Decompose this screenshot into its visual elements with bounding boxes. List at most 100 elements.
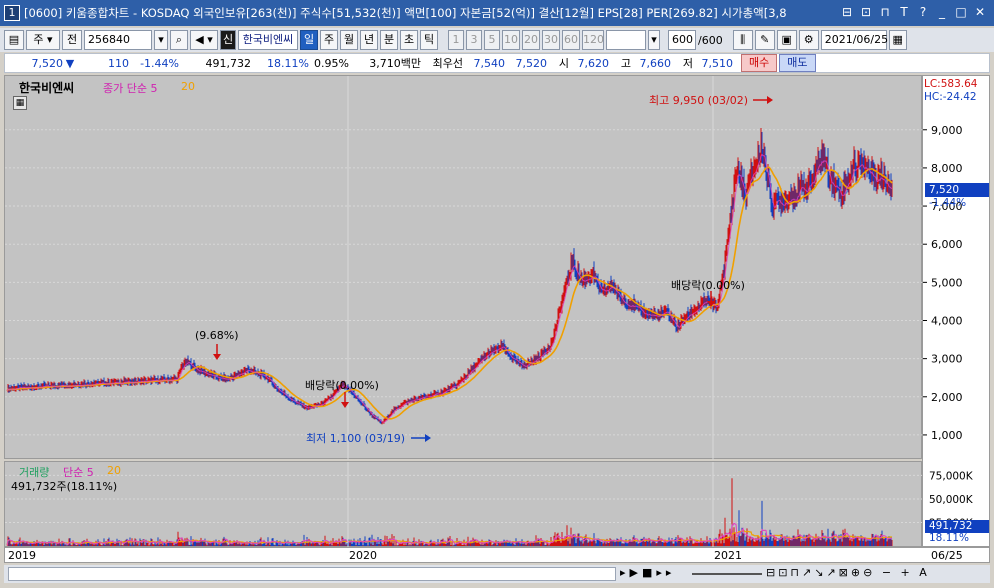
period-minute-button[interactable]: 분 bbox=[380, 30, 398, 50]
window-title: [0600] 키움종합차트 - KOSDAQ 외국인보유[263(천)] 주식수… bbox=[24, 6, 787, 20]
y-tick-label: 1,000 bbox=[931, 429, 963, 442]
quote-row: 7,520 ▼ 110 -1.44% 491,732 18.11% 0.95% … bbox=[4, 53, 990, 73]
bid-price: 7,520 bbox=[515, 56, 548, 70]
y-tick-label: 6,000 bbox=[931, 238, 963, 251]
count-input[interactable]: 600 bbox=[668, 30, 696, 50]
sound-icon[interactable]: ◀ ▾ bbox=[190, 30, 218, 50]
stock-name: 한국비엔씨 bbox=[238, 30, 298, 50]
bottom-scroll-bar: ▸▶■▸▸ ⊟⊡⊓↗↘↗⊠⊕⊖ − + A bbox=[4, 565, 990, 583]
y-tick-label: 8,000 bbox=[931, 162, 963, 175]
dividend-annotation-1: (9.68%) bbox=[195, 329, 239, 342]
ma5-legend: 종가 단순 5 bbox=[103, 82, 158, 95]
close-button[interactable]: ✕ bbox=[972, 4, 988, 20]
period-month-button[interactable]: 월 bbox=[340, 30, 358, 50]
interval-1-button[interactable]: 1 bbox=[448, 30, 464, 50]
search-icon[interactable]: ⌕ bbox=[170, 30, 188, 50]
ma20-legend: 20 bbox=[181, 80, 195, 93]
current-volume-pct-tag: 18.11% bbox=[929, 532, 970, 544]
zoom-slider[interactable] bbox=[692, 573, 762, 575]
interval-120-button[interactable]: 120 bbox=[582, 30, 604, 50]
draw-tool-icon[interactable]: ✎ bbox=[754, 30, 775, 50]
price-chart-svg bbox=[5, 76, 923, 460]
right-price-axis: 1,000 2,000 3,000 4,000 5,000 6,000 7,000 8,000… bbox=[922, 75, 990, 547]
stock-code-input[interactable]: 256840 bbox=[84, 30, 152, 50]
playback-controls[interactable]: ▸▶■▸▸ bbox=[620, 566, 675, 579]
candle-type-icon[interactable]: ⫼ bbox=[732, 30, 753, 50]
date-axis: 2019 2020 2021 06/25 bbox=[4, 547, 990, 563]
axis-svg: 1,0002,0003,0004,0005,0006,0007,0008,000… bbox=[923, 124, 974, 529]
open-price: 7,620 bbox=[577, 56, 610, 70]
x-label-2020: 2020 bbox=[349, 549, 377, 562]
scope-button[interactable]: 전 bbox=[62, 30, 82, 50]
y-tick-label: 2,000 bbox=[931, 391, 963, 404]
chart-tools-icons[interactable]: ⊟⊡⊓↗↘↗⊠⊕⊖ − + A bbox=[766, 566, 930, 579]
calendar-icon[interactable]: ▦ bbox=[888, 30, 907, 50]
interval-60-button[interactable]: 60 bbox=[562, 30, 580, 50]
custom-interval-input[interactable] bbox=[606, 30, 646, 50]
dividend-annotation-3: 배당락(0.00%) bbox=[671, 279, 745, 292]
save-icon[interactable]: ▣ bbox=[776, 30, 797, 50]
stock-code-value: 256840 bbox=[88, 33, 130, 46]
price-change: 110 bbox=[108, 56, 129, 70]
market-select[interactable]: 주 ▾ bbox=[26, 30, 60, 50]
y-tick-label: 3,000 bbox=[931, 353, 963, 366]
current-pct-tag: -1.44% bbox=[929, 197, 967, 209]
period-tick-button[interactable]: 틱 bbox=[420, 30, 438, 50]
interval-dropdown-icon[interactable]: ▾ bbox=[648, 30, 660, 50]
pin-icon[interactable]: ⊓ bbox=[877, 4, 893, 20]
volume-chart-svg bbox=[5, 462, 923, 548]
text-icon[interactable]: T bbox=[896, 4, 912, 20]
period-second-button[interactable]: 초 bbox=[400, 30, 418, 50]
layout-icon[interactable]: ⊟ bbox=[839, 4, 855, 20]
volume-chart-panel[interactable]: 거래량 단순 5 20 491,732주(18.11%) bbox=[4, 461, 923, 548]
restore-layout-icon[interactable]: ⊡ bbox=[858, 4, 874, 20]
x-label-2019: 2019 bbox=[8, 549, 36, 562]
period-day-button[interactable]: 일 bbox=[300, 30, 318, 50]
high-arrowhead bbox=[767, 96, 773, 104]
x-label-last-date: 06/25 bbox=[931, 549, 963, 562]
interval-3-button[interactable]: 3 bbox=[466, 30, 482, 50]
title-bar: 1 [0600] 키움종합차트 - KOSDAQ 외국인보유[263(천)] 주… bbox=[0, 0, 994, 26]
grid-toggle-icon[interactable]: ▦ bbox=[13, 96, 27, 110]
settings-gear-icon[interactable]: ⚙ bbox=[798, 30, 819, 50]
interval-10-button[interactable]: 10 bbox=[502, 30, 520, 50]
y-tick-label: 4,000 bbox=[931, 314, 963, 327]
market-select-value: 주 bbox=[33, 33, 44, 46]
price-chart-panel[interactable]: 한국비엔씨 종가 단순 5 20 ▦ 최고 9,950 (03/02) 최저 1… bbox=[4, 75, 923, 460]
new-listing-badge: 신 bbox=[220, 30, 236, 50]
low-label: 저 bbox=[682, 57, 693, 70]
ma5-line bbox=[6, 153, 893, 423]
dividend-annotation-2: 배당락(0.00%) bbox=[305, 379, 379, 392]
interval-30-button[interactable]: 30 bbox=[542, 30, 560, 50]
high-label: 고 bbox=[620, 57, 631, 70]
y-tick-label: 9,000 bbox=[931, 124, 963, 137]
period-year-button[interactable]: 년 bbox=[360, 30, 378, 50]
volume-ratio: 18.11% bbox=[267, 56, 309, 70]
window-number-badge: 1 bbox=[4, 5, 20, 21]
sell-button[interactable]: 매도 bbox=[779, 54, 816, 72]
volume: 491,732 bbox=[205, 56, 252, 70]
y-tick-label: 5,000 bbox=[931, 276, 963, 289]
period-week-button[interactable]: 주 bbox=[320, 30, 338, 50]
trade-amount: 3,710백만 bbox=[369, 57, 421, 70]
high-annotation: 최고 9,950 (03/02) bbox=[649, 94, 749, 107]
high-price: 7,660 bbox=[639, 56, 672, 70]
volume-value: 491,732주(18.11%) bbox=[11, 480, 118, 493]
interval-5-button[interactable]: 5 bbox=[484, 30, 500, 50]
price-change-pct: -1.44% bbox=[140, 56, 179, 70]
buy-button[interactable]: 매수 bbox=[741, 54, 778, 72]
chart-menu-icon[interactable]: ▤ bbox=[4, 30, 24, 50]
ask-price: 7,540 bbox=[473, 56, 506, 70]
window-controls: ⊟ ⊡ ⊓ T ? _ □ ✕ bbox=[839, 4, 988, 20]
interval-20-button[interactable]: 20 bbox=[522, 30, 540, 50]
minimize-button[interactable]: _ bbox=[934, 4, 950, 20]
current-price-tag: 7,520 bbox=[925, 183, 989, 197]
priority-label: 최우선 bbox=[432, 57, 463, 70]
maximize-button[interactable]: □ bbox=[953, 4, 969, 20]
code-dropdown-icon[interactable]: ▾ bbox=[154, 30, 168, 50]
turnover-rate: 0.95% bbox=[314, 56, 349, 70]
low-annotation: 최저 1,100 (03/19) bbox=[306, 432, 406, 445]
horizontal-scrollbar[interactable] bbox=[8, 567, 616, 581]
date-input[interactable]: 2021/06/25 bbox=[820, 30, 888, 50]
help-icon[interactable]: ? bbox=[915, 4, 931, 20]
